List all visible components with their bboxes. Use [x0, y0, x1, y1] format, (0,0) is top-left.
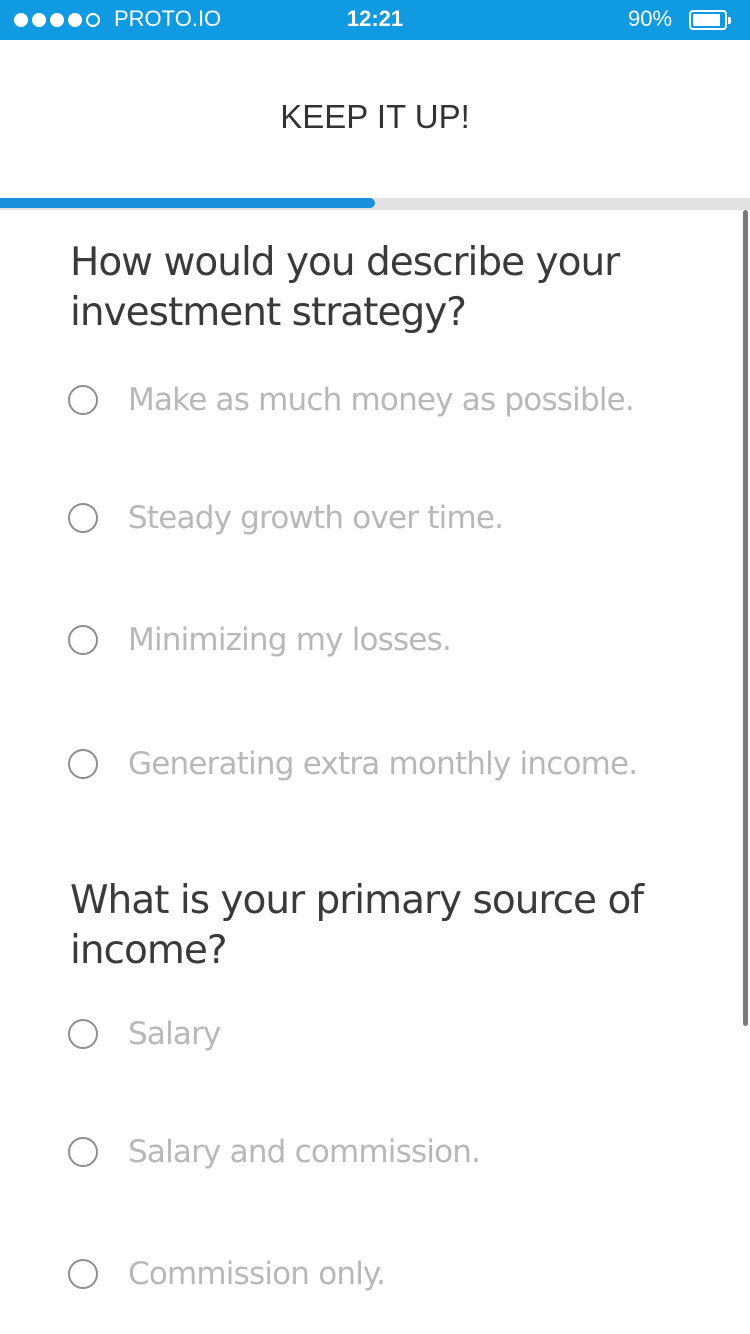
option-minimizing-losses[interactable]: Minimizing my losses.: [68, 620, 728, 660]
option-label: Minimizing my losses.: [128, 622, 452, 658]
question-investment-strategy: How would you describe your investment s…: [70, 240, 620, 335]
option-extra-income[interactable]: Generating extra monthly income.: [68, 744, 728, 784]
option-salary-commission[interactable]: Salary and commission.: [68, 1132, 728, 1172]
option-label: Make as much money as possible.: [128, 382, 635, 418]
radio-button-icon[interactable]: [68, 749, 98, 779]
option-label: Steady growth over time.: [128, 500, 504, 536]
progress-bar-fill: [0, 198, 375, 208]
progress-bar: [0, 198, 750, 210]
battery-percentage: 90%: [628, 6, 673, 31]
page-header: KEEP IT UP!: [0, 40, 750, 198]
option-steady-growth[interactable]: Steady growth over time.: [68, 498, 728, 538]
question-income-source: What is your primary source of income?: [70, 878, 644, 973]
battery-nub: [728, 17, 731, 24]
radio-button-icon[interactable]: [68, 1137, 98, 1167]
scrollbar[interactable]: [743, 210, 748, 1026]
battery-icon: [689, 10, 731, 30]
option-label: Commission only.: [128, 1256, 386, 1292]
option-label: Salary and commission.: [128, 1134, 481, 1170]
option-make-money[interactable]: Make as much money as possible.: [68, 380, 728, 420]
option-salary[interactable]: Salary: [68, 1014, 728, 1054]
radio-button-icon[interactable]: [68, 1259, 98, 1289]
page-title: KEEP IT UP!: [280, 98, 470, 135]
radio-button-icon[interactable]: [68, 1019, 98, 1049]
radio-button-icon[interactable]: [68, 385, 98, 415]
radio-button-icon[interactable]: [68, 625, 98, 655]
option-label: Salary: [128, 1016, 221, 1052]
radio-button-icon[interactable]: [68, 503, 98, 533]
battery-level-fill: [693, 14, 720, 26]
option-label: Generating extra monthly income.: [128, 746, 638, 782]
option-commission-only[interactable]: Commission only.: [68, 1254, 728, 1294]
status-bar: PROTO.IO 12:21 90%: [0, 0, 750, 40]
